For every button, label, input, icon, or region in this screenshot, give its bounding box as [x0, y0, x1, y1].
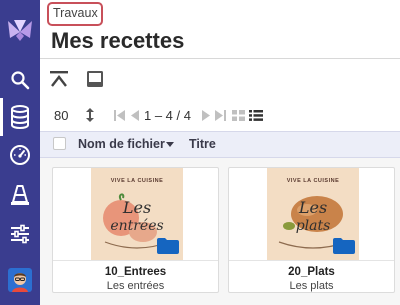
- folder-icon: [157, 238, 179, 254]
- database-icon[interactable]: [0, 99, 40, 135]
- upload-icon[interactable]: [48, 68, 70, 90]
- last-page-icon[interactable]: [213, 108, 227, 122]
- page-title: Mes recettes: [51, 28, 185, 53]
- thumbnail-script-line: plats: [295, 218, 331, 234]
- thumbnail-script-line: Les: [122, 198, 152, 217]
- list-view-icon[interactable]: [248, 108, 264, 122]
- divider: [53, 260, 218, 261]
- divider: [40, 58, 400, 59]
- sliders-icon[interactable]: [0, 216, 40, 252]
- chevron-down-icon[interactable]: [166, 142, 174, 147]
- select-all-checkbox[interactable]: [53, 137, 66, 150]
- page-size-select[interactable]: 80: [54, 108, 68, 123]
- first-page-icon[interactable]: [113, 108, 127, 122]
- app-window: Travaux Mes recettes 80 1 – 4 / 4 Nom de…: [0, 0, 400, 305]
- logo-icon[interactable]: [0, 12, 40, 48]
- divider: [229, 260, 394, 261]
- card-title: Les plats: [289, 280, 334, 292]
- file-card[interactable]: VIVE LA CUISINE Les entrées 10_Entrees L…: [52, 167, 219, 293]
- card-filename: 10_Entrees: [104, 266, 167, 278]
- prev-page-icon[interactable]: [128, 108, 140, 122]
- sort-order-icon[interactable]: [83, 107, 97, 123]
- sidebar: [0, 0, 40, 305]
- search-icon[interactable]: [0, 62, 40, 98]
- thumbnail-caption: VIVE LA CUISINE: [110, 178, 164, 184]
- thumbnail-script-line: entrées: [110, 218, 164, 234]
- card-thumbnail: VIVE LA CUISINE Les entrées: [91, 168, 183, 260]
- card-thumbnail: VIVE LA CUISINE Les plats: [267, 168, 359, 260]
- avatar[interactable]: [0, 262, 40, 298]
- thumbnail-caption: VIVE LA CUISINE: [286, 178, 340, 184]
- next-page-icon[interactable]: [200, 108, 212, 122]
- pager-range: 1 – 4 / 4: [144, 108, 191, 123]
- folder-icon: [333, 238, 355, 254]
- grid-view-icon[interactable]: [231, 108, 245, 122]
- gauge-icon[interactable]: [0, 137, 40, 173]
- traffic-cone-icon[interactable]: [0, 177, 40, 213]
- thumbnail-script-line: Les: [298, 198, 328, 217]
- preview-panel-icon[interactable]: [84, 68, 106, 90]
- card-title: Les entrées: [106, 280, 165, 292]
- file-card[interactable]: VIVE LA CUISINE Les plats 20_Plats Les p…: [228, 167, 395, 293]
- column-header-title[interactable]: Titre: [189, 137, 216, 151]
- card-filename: 20_Plats: [288, 266, 335, 278]
- column-header-filename[interactable]: Nom de fichier: [78, 137, 165, 151]
- breadcrumb[interactable]: Travaux: [53, 6, 98, 20]
